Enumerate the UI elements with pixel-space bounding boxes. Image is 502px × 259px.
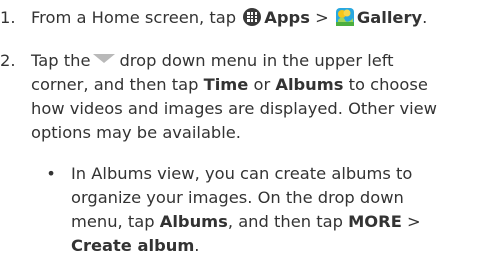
text: menu, tap xyxy=(71,212,155,231)
step-1: 1. From a Home screen, tap Apps > Galler… xyxy=(0,6,500,32)
albums-label: Albums xyxy=(159,212,228,231)
bullet-line-3: menu, tap Albums, and then tap MORE > xyxy=(71,210,500,234)
bullet-item: • In Albums view, you can create albums … xyxy=(31,162,500,258)
step-number: 2. xyxy=(0,51,16,70)
bullet-line-1: In Albums view, you can create albums to xyxy=(71,164,413,183)
text: corner, and then tap xyxy=(31,75,199,94)
apps-icon xyxy=(243,8,262,26)
text: , and then tap xyxy=(227,212,343,231)
step-number: 1. xyxy=(0,8,16,27)
instruction-document: 1. From a Home screen, tap Apps > Galler… xyxy=(0,0,502,259)
bullet-dot: • xyxy=(46,164,56,183)
menu-separator: > xyxy=(315,8,329,27)
step-1-text: From a Home screen, tap Apps > Gallery. xyxy=(31,6,500,30)
text: to choose xyxy=(348,75,428,94)
step-1-intro: From a Home screen, tap xyxy=(31,8,237,27)
step-2-line-2: corner, and then tap Time or Albums to c… xyxy=(31,73,500,97)
gallery-label: Gallery xyxy=(356,8,423,27)
bullet-line-4: Create album. xyxy=(71,234,500,258)
step-2-text: Tap the drop down menu in the upper left … xyxy=(31,49,500,145)
bullet-line-2: organize your images. On the drop down xyxy=(71,188,404,207)
more-label: MORE xyxy=(348,212,402,231)
menu-separator: > xyxy=(407,212,421,231)
step-2-line-1: Tap the drop down menu in the upper left xyxy=(31,49,500,73)
dropdown-triangle-icon xyxy=(93,54,116,63)
gallery-icon xyxy=(335,8,354,26)
create-album-label: Create album xyxy=(71,236,195,255)
period: . xyxy=(194,236,200,255)
step-2-line-4: options may be available. xyxy=(31,123,241,142)
period: . xyxy=(422,8,428,27)
step-2: 2. Tap the drop down menu in the upper le… xyxy=(0,49,500,145)
apps-label: Apps xyxy=(264,8,310,27)
step-2-line-3: how videos and images are displayed. Oth… xyxy=(31,99,437,118)
text: Tap the xyxy=(31,51,91,70)
time-label: Time xyxy=(203,75,249,94)
bullet-text: In Albums view, you can create albums to… xyxy=(71,162,500,258)
albums-label: Albums xyxy=(275,75,344,94)
text: drop down menu in the upper left xyxy=(119,51,394,70)
text: or xyxy=(253,75,271,94)
